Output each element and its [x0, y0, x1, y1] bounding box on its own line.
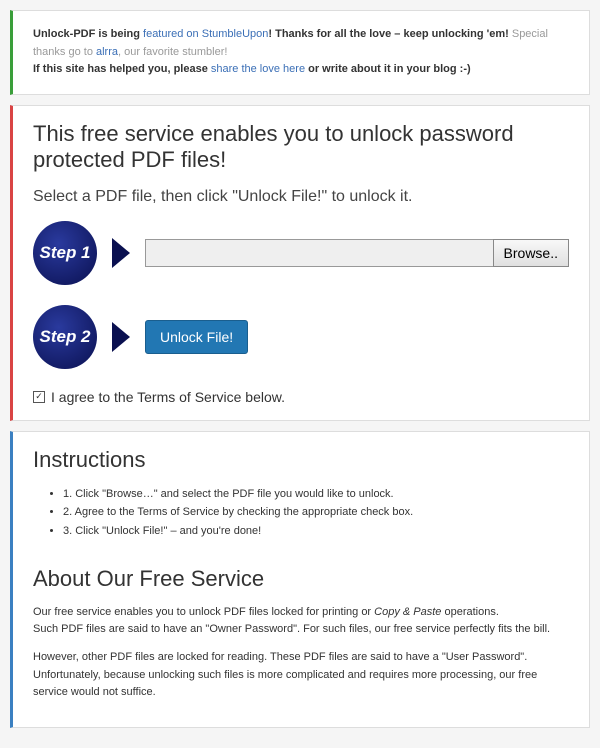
page-subtitle: Select a PDF file, then click "Unlock Fi…: [33, 188, 569, 206]
arrow-right-icon: [112, 322, 130, 352]
promo-banner: Unlock-PDF is being featured on StumbleU…: [10, 10, 590, 95]
banner-text: ! Thanks for all the love – keep unlocki…: [268, 28, 508, 40]
browse-button[interactable]: Browse..: [493, 239, 569, 267]
step-1-row: Step 1 Browse..: [33, 221, 569, 285]
banner-text: If this site has helped you, please: [33, 63, 211, 75]
file-picker: Browse..: [145, 239, 569, 267]
upload-panel: This free service enables you to unlock …: [10, 105, 590, 421]
page-title: This free service enables you to unlock …: [33, 121, 569, 173]
info-panel: Instructions 1. Click "Browse…" and sele…: [10, 431, 590, 728]
share-link[interactable]: share the love here: [211, 63, 305, 75]
about-heading: About Our Free Service: [33, 566, 569, 592]
banner-text: or write about it in your blog :-): [305, 63, 471, 75]
step-2-row: Step 2 Unlock File!: [33, 305, 569, 369]
about-section: About Our Free Service Our free service …: [33, 566, 569, 702]
check-icon: ✓: [35, 392, 43, 401]
instructions-heading: Instructions: [33, 447, 569, 473]
about-text: However, other PDF files are locked for …: [33, 649, 569, 702]
banner-text: Unlock-PDF is being: [33, 28, 143, 40]
arrow-right-icon: [112, 238, 130, 268]
banner-text: , our favorite stumbler!: [118, 46, 227, 58]
instructions-list: 1. Click "Browse…" and select the PDF fi…: [33, 485, 569, 541]
agree-row: ✓ I agree to the Terms of Service below.: [33, 389, 569, 405]
about-text: Our free service enables you to unlock P…: [33, 604, 569, 639]
step-1-badge: Step 1: [33, 221, 97, 285]
instructions-section: Instructions 1. Click "Browse…" and sele…: [33, 447, 569, 541]
agree-label: I agree to the Terms of Service below.: [51, 389, 285, 405]
unlock-button[interactable]: Unlock File!: [145, 320, 248, 354]
agree-checkbox[interactable]: ✓: [33, 391, 45, 403]
featured-link[interactable]: featured on StumbleUpon: [143, 28, 268, 40]
list-item: 1. Click "Browse…" and select the PDF fi…: [63, 485, 569, 504]
step-2-badge: Step 2: [33, 305, 97, 369]
file-path-input[interactable]: [145, 239, 493, 267]
list-item: 2. Agree to the Terms of Service by chec…: [63, 503, 569, 522]
list-item: 3. Click "Unlock File!" – and you're don…: [63, 522, 569, 541]
alrra-link[interactable]: alrra: [96, 46, 118, 58]
